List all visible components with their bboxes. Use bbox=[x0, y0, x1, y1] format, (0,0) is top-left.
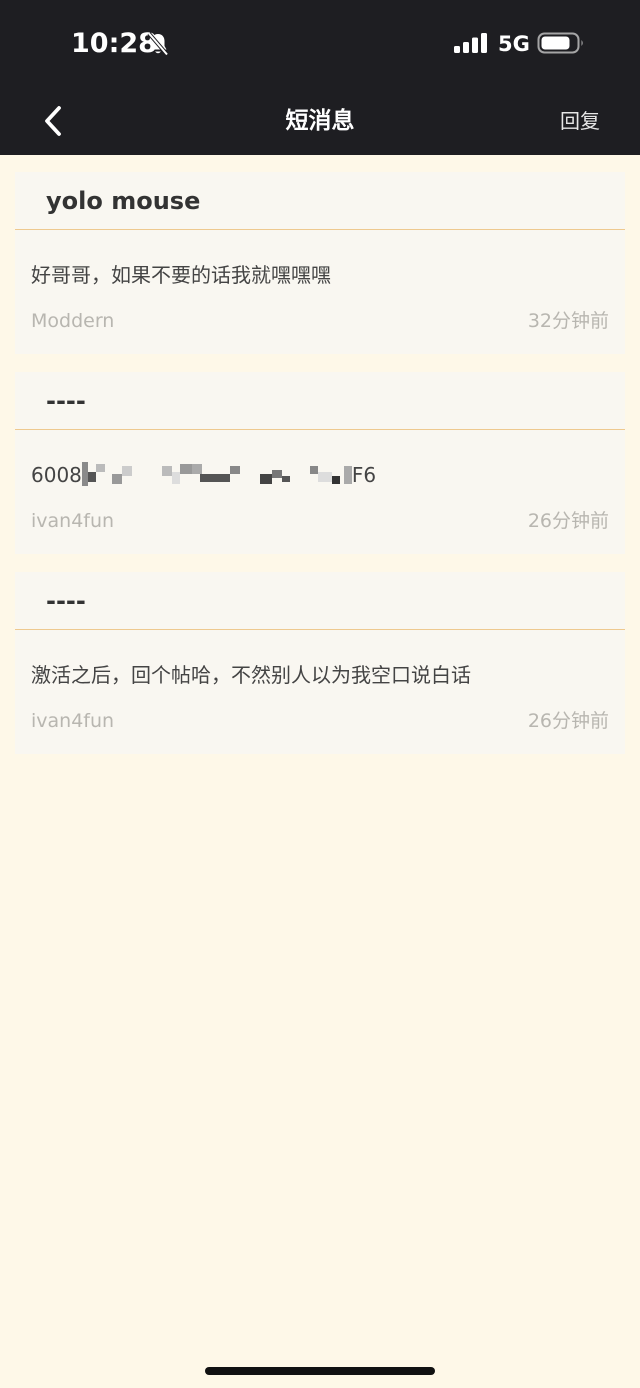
message-card[interactable]: ---- 激活之后，回个帖哈，不然别人以为我空口说白话 ivan4fun 26分… bbox=[15, 572, 625, 754]
message-title: yolo mouse bbox=[15, 172, 625, 230]
message-author: ivan4fun bbox=[31, 510, 115, 532]
bell-slash-icon bbox=[147, 32, 169, 56]
battery-icon bbox=[537, 32, 583, 54]
message-card[interactable]: ---- 6008 F6 ivan4fun 26分钟前 bbox=[15, 372, 625, 554]
message-title: ---- bbox=[15, 572, 625, 630]
message-body: 好哥哥，如果不要的话我就嘿嘿嘿 Moddern 32分钟前 bbox=[15, 230, 625, 354]
message-text: 6008 F6 bbox=[31, 461, 376, 489]
message-body: 6008 F6 ivan4fun 26分钟前 bbox=[15, 430, 625, 554]
message-title: ---- bbox=[15, 372, 625, 430]
message-text: 好哥哥，如果不要的话我就嘿嘿嘿 bbox=[31, 263, 331, 287]
message-time: 26分钟前 bbox=[527, 510, 609, 532]
message-time: 32分钟前 bbox=[527, 310, 609, 332]
message-list: yolo mouse 好哥哥，如果不要的话我就嘿嘿嘿 Moddern 32分钟前… bbox=[15, 172, 625, 772]
page-title: 短消息 bbox=[285, 108, 355, 134]
message-time: 26分钟前 bbox=[527, 710, 609, 732]
message-text-suffix: F6 bbox=[351, 463, 377, 487]
message-author: Moddern bbox=[31, 310, 115, 332]
network-type: 5G bbox=[498, 32, 530, 56]
home-indicator bbox=[205, 1367, 435, 1375]
message-text: 激活之后，回个帖哈，不然别人以为我空口说白话 bbox=[31, 663, 471, 687]
message-text-prefix: 6008 bbox=[31, 463, 82, 487]
message-card[interactable]: yolo mouse 好哥哥，如果不要的话我就嘿嘿嘿 Moddern 32分钟前 bbox=[15, 172, 625, 354]
message-body: 激活之后，回个帖哈，不然别人以为我空口说白话 ivan4fun 26分钟前 bbox=[15, 630, 625, 754]
signal-icon bbox=[454, 33, 487, 53]
pixelated-redaction bbox=[81, 461, 352, 486]
message-author: ivan4fun bbox=[31, 710, 115, 732]
reply-button[interactable]: 回复 bbox=[560, 106, 600, 136]
status-time: 10:28 bbox=[71, 28, 157, 59]
top-bar: 10:28 5G 短消息 回复 bbox=[0, 0, 640, 155]
